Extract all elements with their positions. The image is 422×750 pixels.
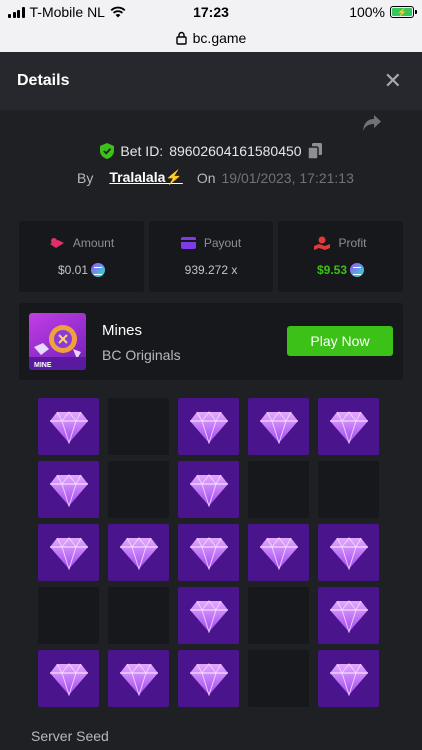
coin-icon (91, 263, 106, 277)
lock-icon (175, 31, 187, 45)
mine-tile-gem (178, 650, 239, 707)
mine-tile-empty (318, 461, 379, 518)
game-card: MINE Mines BC Originals Play Now (19, 303, 403, 380)
url-bar[interactable]: bc.game (0, 24, 422, 52)
mine-tile-gem (178, 398, 239, 455)
mine-tile-empty (248, 650, 309, 707)
profit-icon (314, 236, 331, 250)
diamond-icon (259, 410, 298, 444)
mines-game-thumbnail[interactable]: MINE (29, 313, 86, 370)
diamond-icon (329, 599, 368, 633)
diamond-icon (189, 536, 228, 570)
bet-id-row: Bet ID: 89602604161580450 (0, 143, 422, 159)
mine-tile-gem (178, 587, 239, 644)
coins-icon (49, 237, 64, 248)
diamond-icon (49, 473, 88, 507)
diamond-icon (119, 662, 158, 696)
mine-tile-gem (248, 524, 309, 581)
modal-header: Details ✕ (0, 52, 422, 110)
mines-grid (38, 398, 382, 707)
mine-tile-gem (318, 587, 379, 644)
diamond-icon (49, 662, 88, 696)
mine-tile-gem (248, 398, 309, 455)
stat-amount: Amount $0.01 (19, 221, 144, 292)
bet-id-label: Bet ID: (120, 143, 164, 159)
server-seed-label: Server Seed (31, 728, 109, 744)
svg-text:MINE: MINE (34, 362, 52, 369)
diamond-icon (329, 410, 368, 444)
diamond-icon (189, 473, 228, 507)
stat-profit-label: Profit (338, 236, 367, 250)
battery-icon: ⚡ (390, 6, 417, 18)
diamond-icon (49, 536, 88, 570)
shield-check-icon (100, 143, 115, 159)
play-now-button[interactable]: Play Now (287, 326, 393, 356)
stat-profit-value: $9.53 (316, 263, 348, 277)
diamond-icon (49, 410, 88, 444)
mine-tile-empty (248, 587, 309, 644)
mine-tile-gem (108, 650, 169, 707)
mine-tile-gem (318, 398, 379, 455)
diamond-icon (189, 410, 228, 444)
mine-bomb-icon: MINE (29, 325, 86, 370)
mine-tile-gem (38, 398, 99, 455)
diamond-icon (189, 662, 228, 696)
stat-payout-label: Payout (203, 236, 242, 250)
mine-tile-empty (38, 587, 99, 644)
battery-info: 100% ⚡ (349, 4, 417, 20)
mine-tile-empty (248, 461, 309, 518)
stat-amount-label: Amount (72, 236, 115, 250)
mine-tile-empty (108, 587, 169, 644)
mine-tile-gem (318, 650, 379, 707)
diamond-icon (329, 536, 368, 570)
mine-tile-gem (38, 461, 99, 518)
mine-tile-gem (178, 524, 239, 581)
stat-payout: Payout 939.272 x (149, 221, 273, 292)
url-domain: bc.game (192, 30, 247, 46)
stat-amount-value: $0.01 (57, 263, 89, 277)
on-label: On (196, 169, 216, 186)
mine-tile-gem (38, 650, 99, 707)
diamond-icon (119, 536, 158, 570)
mine-tile-gem (108, 524, 169, 581)
mine-tile-empty (108, 398, 169, 455)
bet-date: 19/01/2023, 17:21:13 (221, 169, 354, 186)
username-link[interactable]: Tralalala⚡ (109, 169, 182, 186)
bet-meta-row: By Tralalala⚡ On 19/01/2023, 17:21:13 (77, 169, 354, 186)
mine-tile-gem (178, 461, 239, 518)
bet-id-value: 89602604161580450 (169, 143, 302, 159)
mine-tile-gem (38, 524, 99, 581)
share-icon[interactable] (362, 114, 382, 132)
diamond-icon (189, 599, 228, 633)
battery-percent: 100% (349, 4, 385, 20)
wallet-icon (180, 237, 196, 249)
stat-profit: Profit $9.53 (278, 221, 403, 292)
by-label: By (77, 169, 94, 186)
game-name[interactable]: Mines (102, 322, 142, 339)
diamond-icon (329, 662, 368, 696)
stat-payout-value: 939.272 x (184, 263, 238, 277)
game-provider: BC Originals (102, 347, 181, 363)
status-bar: T-Mobile NL 17:23 100% ⚡ (0, 0, 422, 24)
copy-icon[interactable] (307, 143, 322, 159)
close-icon[interactable]: ✕ (384, 68, 402, 94)
page-title: Details (17, 72, 70, 89)
mine-tile-empty (108, 461, 169, 518)
diamond-icon (259, 536, 298, 570)
mine-tile-gem (318, 524, 379, 581)
coin-icon (350, 263, 365, 277)
